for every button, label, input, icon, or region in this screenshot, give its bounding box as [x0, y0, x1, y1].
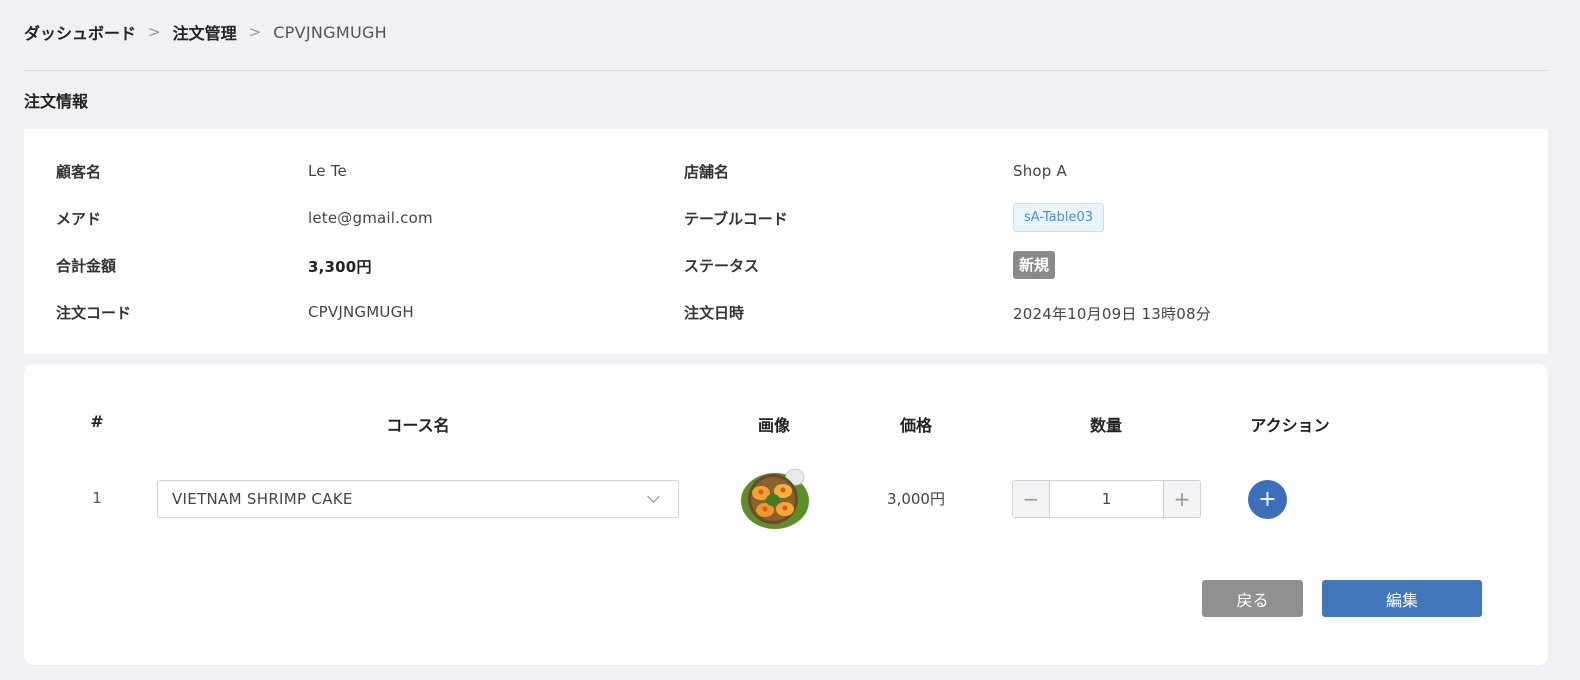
edit-button[interactable]: 編集: [1322, 580, 1482, 617]
herbs: [766, 494, 780, 506]
email-value: lete@gmail.com: [308, 209, 433, 227]
quantity-input[interactable]: 1: [1050, 481, 1163, 517]
quantity-stepper: − 1 +: [1012, 480, 1201, 518]
table-code-label: テーブルコード: [684, 210, 788, 228]
add-item-button[interactable]: +: [1248, 480, 1287, 519]
table-code-badge: sA-Table03: [1013, 203, 1105, 232]
back-button[interactable]: 戻る: [1202, 580, 1303, 617]
info-row: 合計金額 3,300円 ステータス 新規: [24, 250, 1548, 280]
customer-name-value: Le Te: [308, 162, 347, 180]
course-select-value: VIETNAM SHRIMP CAKE: [172, 490, 353, 508]
breadcrumb-separator: >: [148, 23, 161, 41]
total-value: 3,300円: [308, 258, 372, 276]
order-items-card: # コース名 画像 価格 数量 アクション 1 VIETNAM SHRIMP C…: [24, 364, 1548, 665]
info-row: メアド lete@gmail.com テーブルコード sA-Table03: [24, 203, 1548, 233]
total-label: 合計金額: [56, 257, 117, 275]
col-header-price: 価格: [899, 416, 933, 435]
email-label: メアド: [56, 210, 102, 228]
col-header-quantity: 数量: [1089, 416, 1123, 435]
food-image: [741, 468, 809, 529]
customer-name-label: 顧客名: [56, 163, 102, 181]
chevron-down-icon: [647, 490, 660, 503]
shrimp: [762, 506, 768, 512]
section-title: 注文情報: [24, 92, 89, 111]
breadcrumb-current: CPVJNGMUGH: [273, 22, 387, 42]
breadcrumb-dashboard-link[interactable]: ダッシュボード: [24, 20, 136, 44]
status-label: ステータス: [684, 257, 760, 275]
shrimp: [780, 487, 786, 493]
col-header-image: 画像: [757, 416, 791, 435]
col-header-number: #: [90, 412, 104, 431]
decrement-button[interactable]: −: [1013, 481, 1050, 517]
shrimp: [758, 489, 764, 495]
order-datetime-label: 注文日時: [684, 304, 745, 322]
shop-name-label: 店舗名: [684, 163, 730, 181]
info-row: 顧客名 Le Te 店舗名 Shop A: [24, 156, 1548, 186]
order-code-label: 注文コード: [56, 304, 132, 322]
status-badge: 新規: [1013, 251, 1056, 279]
info-row: 注文コード CPVJNGMUGH 注文日時 2024年10月09日 13時08分: [24, 297, 1548, 327]
course-select[interactable]: VIETNAM SHRIMP CAKE: [157, 480, 679, 518]
shrimp: [782, 505, 788, 511]
item-price: 3,000円: [887, 490, 945, 508]
order-datetime-value: 2024年10月09日 13時08分: [1013, 305, 1211, 323]
header-divider: [24, 70, 1548, 71]
breadcrumb-separator: >: [248, 23, 262, 41]
col-header-course: コース名: [386, 416, 450, 435]
col-header-action: アクション: [1250, 416, 1330, 435]
increment-button[interactable]: +: [1163, 481, 1200, 517]
order-info-card: 顧客名 Le Te 店舗名 Shop A メアド lete@gmail.com …: [24, 129, 1548, 354]
breadcrumb: ダッシュボード > 注文管理 > CPVJNGMUGH: [24, 20, 387, 44]
order-code-value: CPVJNGMUGH: [308, 303, 414, 321]
shop-name-value: Shop A: [1013, 162, 1067, 180]
breadcrumb-orders-link[interactable]: 注文管理: [173, 20, 237, 44]
row-number: 1: [92, 489, 102, 507]
